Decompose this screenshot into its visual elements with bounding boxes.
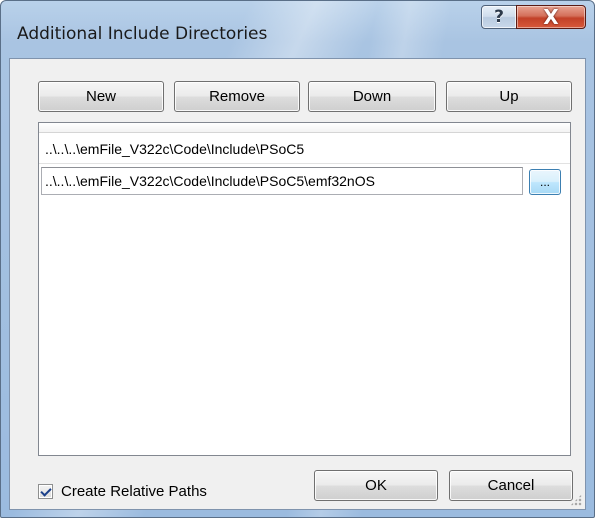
create-relative-paths-option[interactable]: Create Relative Paths bbox=[38, 483, 207, 500]
ok-button[interactable]: OK bbox=[314, 470, 438, 501]
close-button[interactable]: X bbox=[516, 5, 586, 29]
new-button[interactable]: New bbox=[38, 81, 164, 112]
help-button[interactable]: ? bbox=[481, 5, 517, 29]
directory-path: ..\..\..\emFile_V322c\Code\Include\PSoC5 bbox=[45, 141, 305, 157]
directory-row[interactable]: ..\..\..\emFile_V322c\Code\Include\PSoC5 bbox=[39, 134, 570, 164]
create-relative-paths-checkbox[interactable] bbox=[38, 484, 53, 499]
directory-list[interactable]: ..\..\..\emFile_V322c\Code\Include\PSoC5… bbox=[38, 122, 571, 456]
directory-path-input[interactable]: ..\..\..\emFile_V322c\Code\Include\PSoC5… bbox=[41, 167, 523, 195]
remove-button[interactable]: Remove bbox=[174, 81, 300, 112]
directory-row-editing[interactable]: ..\..\..\emFile_V322c\Code\Include\PSoC5… bbox=[39, 166, 570, 196]
help-icon: ? bbox=[494, 7, 504, 27]
title-bar[interactable]: Additional Include Directories ? X bbox=[1, 1, 594, 57]
dialog-window: Additional Include Directories ? X New R… bbox=[0, 0, 595, 518]
list-header bbox=[39, 123, 570, 133]
create-relative-paths-label[interactable]: Create Relative Paths bbox=[61, 483, 207, 500]
dialog-client-area: New Remove Down Up ..\..\..\emFile_V322c… bbox=[9, 58, 586, 510]
up-button[interactable]: Up bbox=[446, 81, 572, 112]
cancel-button[interactable]: Cancel bbox=[449, 470, 573, 501]
down-button[interactable]: Down bbox=[308, 81, 436, 112]
browse-button[interactable]: ... bbox=[529, 169, 561, 195]
window-title: Additional Include Directories bbox=[17, 24, 268, 44]
close-icon: X bbox=[543, 5, 559, 29]
